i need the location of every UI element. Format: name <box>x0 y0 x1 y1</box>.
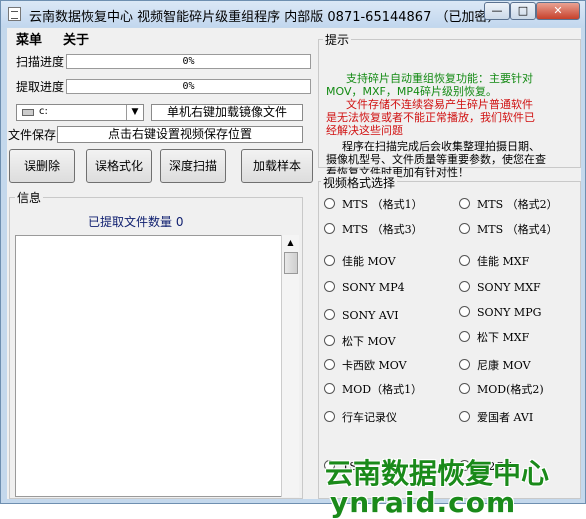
drive-icon <box>22 109 34 116</box>
format-option[interactable]: 行车记录仪 <box>324 409 397 425</box>
radio-icon[interactable] <box>324 359 335 370</box>
radio-icon[interactable] <box>459 223 470 234</box>
info-group-title: 信息 <box>15 189 44 206</box>
hint-line: 经解决这些问题 <box>326 124 403 137</box>
format-option[interactable]: MOD（格式1） <box>324 381 422 397</box>
hint-line: 文件存储不连续容易产生碎片普通软件 <box>346 98 533 111</box>
format-option[interactable]: MOD(格式2) <box>459 381 544 397</box>
info-list[interactable] <box>15 235 299 497</box>
format-option[interactable]: 松下 MXF <box>459 329 529 345</box>
mirror-file-field[interactable]: 单机右键加载镜像文件 <box>151 104 303 121</box>
format-option[interactable]: MTS （格式3） <box>324 221 423 237</box>
extract-progress-bar: 0% <box>66 79 311 94</box>
save-location-field[interactable]: 点击右键设置视频保存位置 <box>57 126 303 143</box>
radio-icon[interactable] <box>459 281 470 292</box>
format-option[interactable]: 佳能 MXF <box>459 253 529 269</box>
minimize-button[interactable]: — <box>484 2 510 20</box>
hint-group-title: 提示 <box>323 31 352 48</box>
radio-icon[interactable] <box>459 383 470 394</box>
format-option[interactable]: MTS （格式1） <box>324 196 423 212</box>
hint-text: 支持碎片自动重组恢复功能：主要针对 MOV，MXF，MP4碎片级别恢复。 文件存… <box>326 72 584 179</box>
app-icon <box>8 7 21 21</box>
format-option[interactable]: 松下 MOV <box>324 333 396 349</box>
hint-line: 支持碎片自动重组恢复功能：主要针对 <box>346 72 533 85</box>
hint-line: 摄像机型号、文件质量等重要参数，使您在查 <box>326 153 546 166</box>
client-area: 菜单 关于 扫描进度 0% 提取进度 0% c: ▼ 单机右键加载镜像文件 文件… <box>7 28 584 519</box>
format-option[interactable]: SONY AVI <box>324 309 399 322</box>
window-title: 云南数据恢复中心 视频智能碎片级重组程序 内部版 0871-65144867 （… <box>29 10 501 25</box>
watermark-url: ynraid.com <box>330 486 517 519</box>
title-bar[interactable]: 云南数据恢复中心 视频智能碎片级重组程序 内部版 0871-65144867 （… <box>1 1 585 27</box>
radio-icon[interactable] <box>324 223 335 234</box>
extract-progress-label: 提取进度 <box>16 80 65 94</box>
scroll-up-arrow-icon[interactable]: ▲ <box>282 235 299 251</box>
scroll-thumb[interactable] <box>284 252 298 274</box>
chevron-down-icon[interactable]: ▼ <box>126 105 143 120</box>
radio-icon[interactable] <box>459 331 470 342</box>
format-option[interactable]: SONY MP4 <box>324 281 405 294</box>
radio-icon[interactable] <box>324 411 335 422</box>
load-sample-button[interactable]: 加载样本 <box>241 149 313 183</box>
radio-icon[interactable] <box>324 383 335 394</box>
scan-progress-label: 扫描进度 <box>16 55 65 69</box>
unformat-button[interactable]: 误格式化 <box>86 149 152 183</box>
menu-item-about[interactable]: 关于 <box>63 29 89 48</box>
drive-select[interactable]: c: ▼ <box>16 104 144 121</box>
format-option[interactable]: SONY MPG <box>459 306 541 319</box>
drive-select-value: c: <box>39 106 48 117</box>
hint-line: 是无法恢复或者不能正常播放，我们软件已 <box>326 111 535 124</box>
close-button[interactable]: ✕ <box>536 2 580 20</box>
menu-item-menu[interactable]: 菜单 <box>16 29 42 48</box>
radio-icon[interactable] <box>324 198 335 209</box>
format-option[interactable]: 爱国者 AVI <box>459 409 533 425</box>
hint-line: 程序在扫描完成后会收集整理拍摄日期、 <box>342 140 540 153</box>
format-option[interactable]: MTS （格式4） <box>459 221 558 237</box>
save-location-label: 文件保存 <box>8 128 57 142</box>
hint-line: MOV，MXF，MP4碎片级别恢复。 <box>326 85 497 98</box>
maximize-button[interactable]: □ <box>510 2 536 20</box>
format-option[interactable]: 尼康 MOV <box>459 357 531 373</box>
scan-progress-bar: 0% <box>66 54 311 69</box>
radio-icon[interactable] <box>459 198 470 209</box>
format-group-title: 视频格式选择 <box>321 174 398 191</box>
radio-icon[interactable] <box>459 306 470 317</box>
radio-icon[interactable] <box>459 411 470 422</box>
radio-icon[interactable] <box>324 335 335 346</box>
radio-icon[interactable] <box>324 309 335 320</box>
radio-icon[interactable] <box>459 255 470 266</box>
undelete-button[interactable]: 误删除 <box>9 149 75 183</box>
app-window: 云南数据恢复中心 视频智能碎片级重组程序 内部版 0871-65144867 （… <box>0 0 586 519</box>
radio-icon[interactable] <box>459 359 470 370</box>
info-scrollbar[interactable]: ▲ <box>281 235 299 497</box>
deep-scan-button[interactable]: 深度扫描 <box>160 149 226 183</box>
format-option[interactable]: 卡西欧 MOV <box>324 357 407 373</box>
radio-icon[interactable] <box>324 255 335 266</box>
extracted-count-label: 已提取文件数量 0 <box>88 215 184 229</box>
format-option[interactable]: MTS （格式2） <box>459 196 558 212</box>
format-option[interactable]: SONY MXF <box>459 281 541 294</box>
format-option[interactable]: 佳能 MOV <box>324 253 396 269</box>
radio-icon[interactable] <box>324 281 335 292</box>
